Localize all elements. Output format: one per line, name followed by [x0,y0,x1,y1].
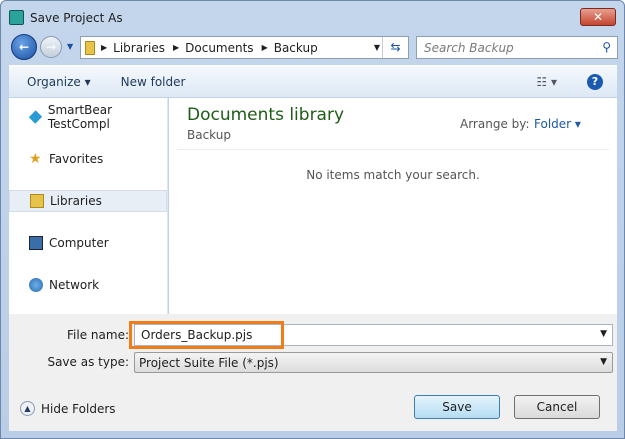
sidebar-item-favorites[interactable]: ★ Favorites [9,148,167,170]
chevron-down-icon: ▼ [600,357,607,367]
library-subtitle: Backup [187,128,231,142]
sidebar-item-libraries[interactable]: Libraries [9,190,167,212]
chevron-right-icon: ▶ [172,43,180,52]
save-type-value: Project Suite File (*.pjs) [139,356,279,370]
breadcrumb-libraries[interactable]: Libraries [113,41,165,55]
navigation-pane: SmartBear TestCompl ★ Favorites Libraries… [9,98,168,314]
smartbear-icon [28,110,43,124]
chevron-right-icon: ▶ [101,43,108,52]
refresh-button[interactable]: ⇆ [382,37,408,58]
cancel-button[interactable]: Cancel [514,395,600,419]
search-placeholder: Search Backup [424,41,514,55]
address-dropdown-icon[interactable]: ▼ [374,43,380,52]
save-button[interactable]: Save [414,395,500,419]
back-button[interactable]: ← [11,34,37,60]
search-input[interactable]: Search Backup ⚲ [416,36,618,59]
app-icon [9,10,24,25]
sidebar-item-label: Favorites [49,152,104,166]
help-button[interactable]: ? [587,73,603,90]
highlight-box [129,321,284,349]
forward-button[interactable]: → [40,36,62,58]
file-list-pane: Documents library Backup Arrange by: Fol… [169,98,617,314]
title-bar: Save Project As [9,10,123,25]
divider [177,149,609,150]
views-button[interactable]: ☷ ▾ [536,75,557,89]
search-icon[interactable]: ⚲ [602,40,611,54]
libraries-icon [30,194,44,208]
empty-message: No items match your search. [306,168,480,182]
chevron-up-icon: ▲ [20,401,35,416]
save-type-label: Save as type: [47,355,129,369]
sidebar-item-computer[interactable]: Computer [9,232,167,254]
new-folder-button[interactable]: New folder [121,75,186,89]
folder-icon [85,40,95,55]
hide-folders-button[interactable]: ▲ Hide Folders [20,401,116,416]
hide-folders-label: Hide Folders [41,401,116,416]
sidebar-item-network[interactable]: Network [9,274,167,296]
arrange-by-dropdown[interactable]: Folder ▾ [534,117,581,131]
toolbar: Organize ▾ New folder ☷ ▾ ? [9,65,617,97]
breadcrumb-documents[interactable]: Documents [185,41,253,55]
star-icon: ★ [29,151,42,167]
save-type-select[interactable]: Project Suite File (*.pjs) ▼ [134,352,613,373]
chevron-down-icon[interactable]: ▼ [600,329,607,339]
computer-icon [29,236,43,250]
network-icon [29,278,43,292]
file-name-label: File name: [67,328,129,342]
breadcrumb-backup[interactable]: Backup [274,41,318,55]
recent-pages-dropdown[interactable]: ▼ [67,42,73,51]
organize-button[interactable]: Organize ▾ [27,75,91,89]
sidebar-item-label: SmartBear TestCompl [47,103,113,131]
chevron-right-icon: ▶ [261,43,268,52]
sidebar-item-label: Network [49,278,100,292]
sidebar-item-label: Computer [49,236,109,250]
library-title: Documents library [187,105,345,125]
save-form: File name: Orders_Backup.pjs ▼ Save as ty… [9,314,617,431]
sidebar-item-smartbear[interactable]: SmartBear TestCompl [9,103,167,131]
save-dialog: Save Project As ✕ ← → ▼ ▶ Libraries ▶ Do… [0,0,625,439]
close-button[interactable]: ✕ [580,8,616,26]
sidebar-item-label: Libraries [50,194,102,208]
address-bar[interactable]: ▶ Libraries ▶ Documents ▶ Backup ▼ ⇆ [80,36,409,59]
window-title: Save Project As [30,10,123,25]
arrange-by-label: Arrange by: [460,117,530,131]
